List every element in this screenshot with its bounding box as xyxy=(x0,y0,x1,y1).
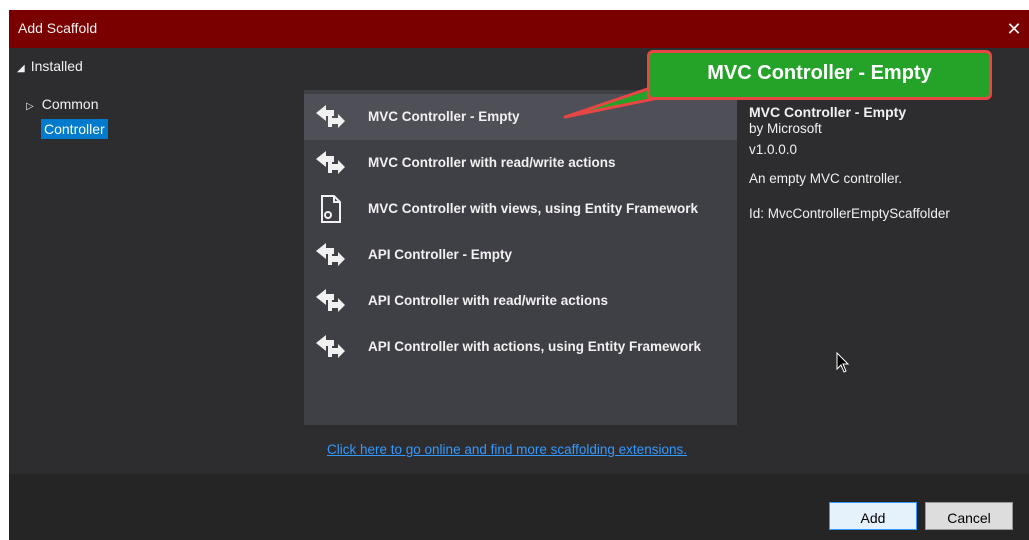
callout-text: MVC Controller - Empty xyxy=(707,62,932,84)
controller-icon xyxy=(316,289,345,312)
list-item[interactable]: API Controller with read/write actions xyxy=(304,278,737,324)
template-label: MVC Controller with read/write actions xyxy=(368,155,616,170)
template-label: MVC Controller with views, using Entity … xyxy=(368,201,699,216)
details-title: MVC Controller - Empty xyxy=(749,104,907,120)
title-bar: Add Scaffold ✕ xyxy=(9,10,1029,48)
list-item[interactable]: MVC Controller - Empty xyxy=(304,94,737,140)
controller-icon xyxy=(316,105,345,128)
expand-triangle-icon: ▷ xyxy=(26,101,34,112)
template-label: MVC Controller - Empty xyxy=(368,109,520,124)
details-version: v1.0.0.0 xyxy=(749,142,798,157)
list-item[interactable]: API Controller with actions, using Entit… xyxy=(304,324,737,370)
controller-icon xyxy=(316,335,345,358)
callout-annotation: MVC Controller - Empty xyxy=(647,50,992,100)
list-item[interactable]: MVC Controller with read/write actions xyxy=(304,140,737,186)
template-label: API Controller - Empty xyxy=(368,247,513,262)
online-extensions-link[interactable]: Click here to go online and find more sc… xyxy=(327,442,687,457)
tree-item-label: Common xyxy=(41,96,99,112)
file-gear-icon xyxy=(321,195,341,223)
mouse-cursor-icon xyxy=(836,352,850,373)
installed-label: Installed xyxy=(30,58,83,74)
window-title: Add Scaffold xyxy=(18,20,98,36)
details-author: by Microsoft xyxy=(749,121,822,136)
list-item[interactable]: API Controller - Empty xyxy=(304,232,737,278)
add-button[interactable]: Add xyxy=(829,502,917,530)
details-id: Id: MvcControllerEmptyScaffolder xyxy=(749,206,950,221)
tree-installed[interactable]: ◢ Installed xyxy=(17,58,83,74)
template-label: API Controller with read/write actions xyxy=(368,293,609,308)
controller-icon xyxy=(316,151,345,174)
template-list[interactable]: MVC Controller - Empty MVC Controller wi… xyxy=(304,90,737,425)
details-description: An empty MVC controller. xyxy=(749,171,903,186)
tree-item-common[interactable]: ▷ Common xyxy=(26,96,99,112)
cancel-button[interactable]: Cancel xyxy=(925,502,1013,530)
collapse-triangle-icon: ◢ xyxy=(17,63,25,74)
template-label: API Controller with actions, using Entit… xyxy=(368,339,702,354)
list-item[interactable]: MVC Controller with views, using Entity … xyxy=(304,186,737,232)
close-icon[interactable]: ✕ xyxy=(999,10,1029,48)
controller-icon xyxy=(316,243,345,266)
tree-item-controller[interactable]: Controller xyxy=(41,119,108,139)
tree-item-label: Controller xyxy=(44,121,105,137)
